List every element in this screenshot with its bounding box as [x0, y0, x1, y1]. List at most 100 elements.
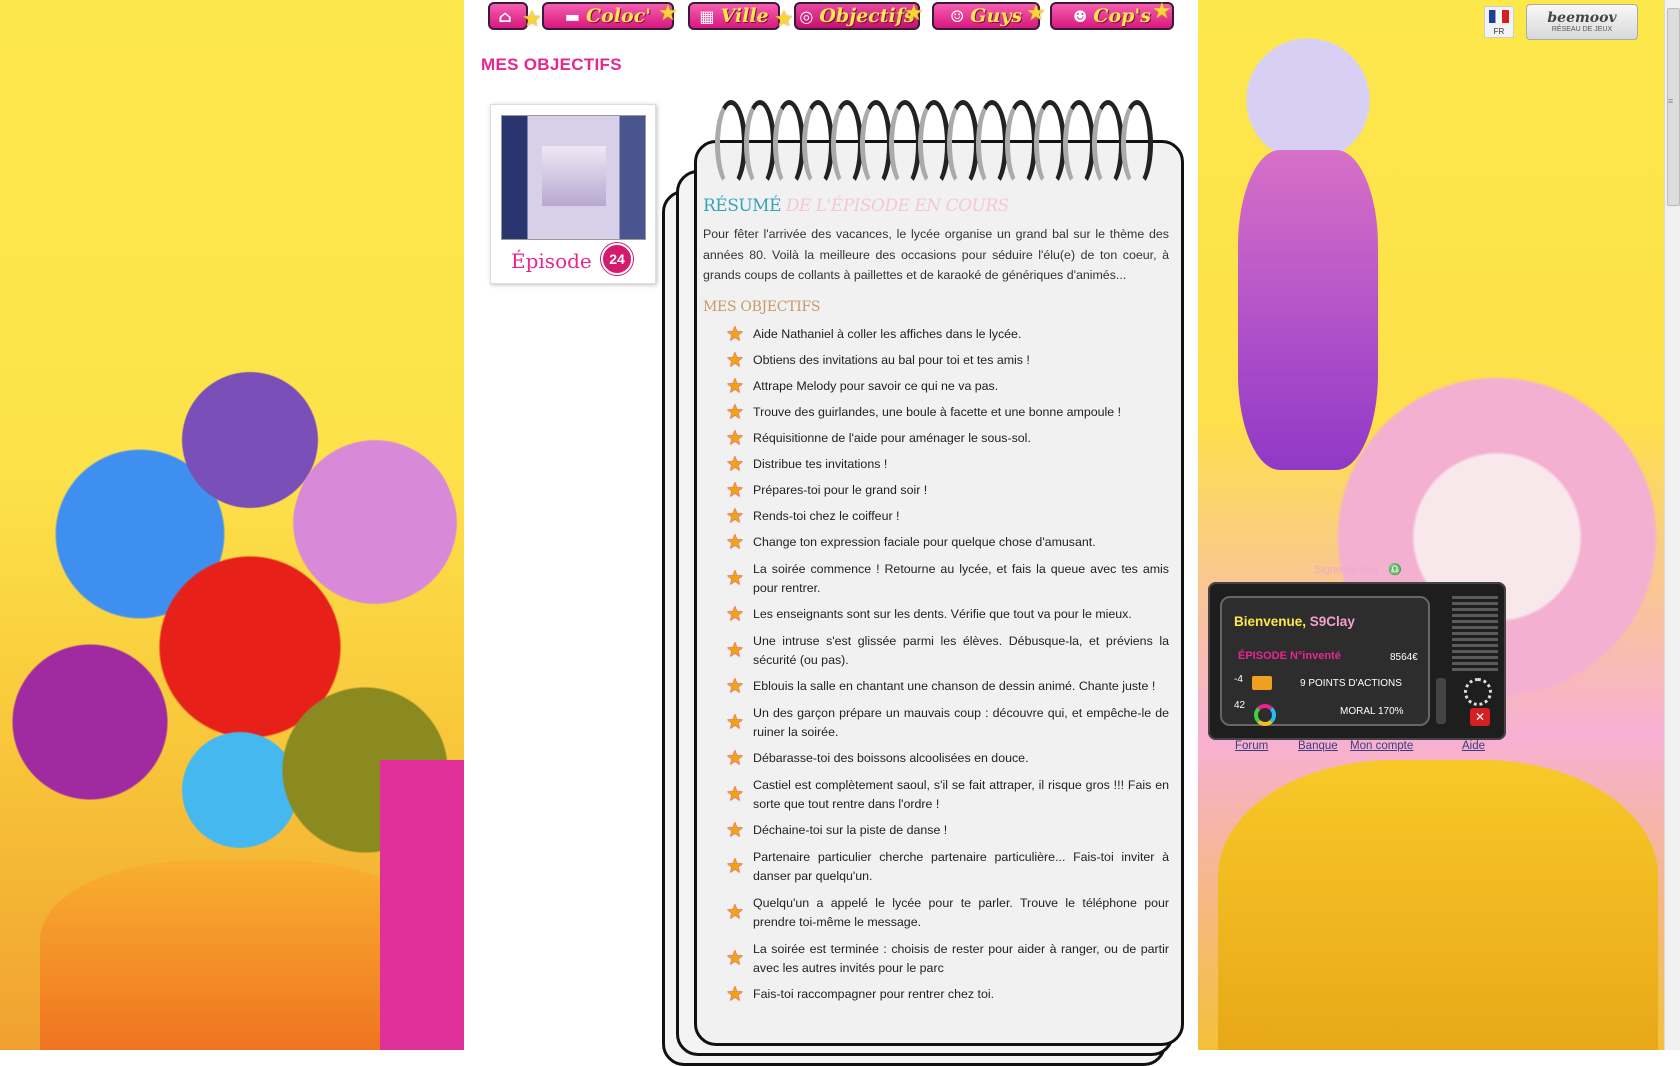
- welcome-label: Bienvenue,: [1234, 614, 1307, 629]
- episode-summary-text: Pour fêter l'arrivée des vacances, le ly…: [703, 227, 1169, 282]
- star-icon: ★: [726, 783, 744, 806]
- home-icon: ⌂: [498, 6, 512, 26]
- objective-item: ★ Les enseignants sont sur les dents. Vér…: [726, 602, 1169, 628]
- objective-text: La soirée est terminée : choisis de rest…: [753, 941, 1169, 976]
- close-icon[interactable]: ✕: [1470, 708, 1490, 726]
- objective-item: ★ Prépares-toi pour le grand soir !: [726, 478, 1169, 504]
- nav-objectifs-button[interactable]: ◎ Objectifs: [794, 2, 920, 30]
- objectives-list: ★ Aide Nathaniel à coller les affiches da…: [726, 322, 1169, 1008]
- episode-number-badge: 24: [601, 243, 633, 275]
- forum-link[interactable]: Forum: [1235, 740, 1268, 752]
- star-icon: ★: [726, 947, 744, 970]
- nav-coloc-button[interactable]: ▬ Coloc': [542, 2, 674, 30]
- scrollbar-thumb[interactable]: [1667, 8, 1680, 206]
- star-decoration-icon: ★: [904, 0, 924, 25]
- nav-cops-label: Cop's: [1093, 5, 1151, 27]
- spiral-ring: [1034, 100, 1066, 188]
- vertical-scrollbar[interactable]: ≡: [1664, 0, 1680, 1050]
- spiral-ring: [1092, 100, 1124, 188]
- star-icon: ★: [726, 427, 744, 450]
- star-icon: ★: [726, 349, 744, 372]
- objective-item: ★ La soirée est terminée : choisis de res…: [726, 936, 1169, 982]
- star-icon: ★: [726, 531, 744, 554]
- beemoov-network-button[interactable]: beemoov RÉSEAU DE JEUX: [1526, 4, 1638, 40]
- star-icon: ★: [726, 323, 744, 346]
- spiral-ring: [976, 100, 1008, 188]
- star-decoration-icon: ★: [774, 6, 794, 31]
- nav-coloc-label: Coloc': [586, 5, 652, 27]
- objective-item: ★ Fais-toi raccompagner pour rentrer chez…: [726, 982, 1169, 1008]
- sign-of-day-label: Signe du jour :: [1314, 564, 1385, 576]
- objective-text: Eblouis la salle en chantant une chanson…: [753, 679, 1156, 694]
- language-selector[interactable]: FR: [1484, 6, 1514, 38]
- target-icon: ◎: [799, 6, 814, 26]
- character-illustration: [1218, 760, 1658, 1050]
- episode-thumbnail: [501, 115, 646, 240]
- star-icon: ★: [726, 479, 744, 502]
- objective-item: ★ Trouve des guirlandes, une boule à face…: [726, 400, 1169, 426]
- star-icon: ★: [726, 983, 744, 1006]
- star-icon: ★: [726, 639, 744, 662]
- tv-knobs: [1436, 678, 1446, 724]
- scroll-grip-icon: ≡: [1668, 96, 1674, 106]
- nav-objectifs-label: Objectifs: [819, 5, 915, 27]
- star-decoration-icon: ★: [658, 0, 678, 25]
- character-illustration: [0, 590, 180, 810]
- objective-item: ★ Un des garçon prépare un mauvais coup :…: [726, 700, 1169, 746]
- mon-compte-link[interactable]: Mon compte: [1350, 740, 1413, 752]
- spiral-ring: [773, 100, 805, 188]
- episode-card[interactable]: Épisode 24: [490, 104, 656, 284]
- network-subtitle: RÉSEAU DE JEUX: [1551, 26, 1613, 33]
- objective-item: ★ Aide Nathaniel à coller les affiches da…: [726, 322, 1169, 348]
- objective-text: Castiel est complètement saoul, s'il se …: [753, 777, 1169, 812]
- spiral-ring: [1005, 100, 1037, 188]
- objective-item: ★ Une intruse s'est glissée parmi les élè…: [726, 628, 1169, 674]
- right-background-art: [1198, 0, 1664, 1050]
- page-title: MES OBJECTIFS: [481, 55, 622, 74]
- username: S9Clay: [1309, 614, 1355, 629]
- objective-text: Obtiens des invitations au bal pour toi …: [753, 353, 1030, 368]
- notebook-spiral: [715, 100, 1173, 188]
- sign-of-day-link[interactable]: Signe du jour : ♎: [1314, 563, 1402, 576]
- star-icon: ★: [726, 453, 744, 476]
- star-icon: ★: [726, 819, 744, 842]
- objective-text: Partenaire particulier cherche partenair…: [753, 849, 1169, 884]
- summary-title: RÉSUMÉ DE L'ÉPISODE EN COURS: [703, 196, 1009, 216]
- objective-text: Attrape Melody pour savoir ce qui ne va …: [753, 379, 999, 394]
- left-background-art: [0, 0, 464, 1050]
- aide-link[interactable]: Aide: [1462, 740, 1485, 752]
- star-icon: ★: [726, 901, 744, 924]
- dial-icon[interactable]: [1464, 678, 1492, 706]
- objective-text: Débarasse-toi des boissons alcoolisées e…: [753, 751, 1029, 766]
- spiral-ring: [1063, 100, 1095, 188]
- star-icon: ★: [726, 675, 744, 698]
- player-status-widget: Bienvenue, S9Clay ÉPISODE N°inventé 8564…: [1208, 582, 1506, 740]
- objective-item: ★ Attrape Melody pour savoir ce qui ne va…: [726, 374, 1169, 400]
- objective-item: ★ Quelqu'un a appelé le lycée pour te par…: [726, 890, 1169, 936]
- account-links: Forum Banque Mon compte Aide: [1218, 740, 1500, 756]
- mail-icon[interactable]: [1252, 676, 1272, 690]
- star-icon: ★: [726, 567, 744, 590]
- objective-text: Un des garçon prépare un mauvais coup : …: [753, 705, 1169, 740]
- objective-item: ★ Partenaire particulier cherche partenai…: [726, 844, 1169, 890]
- nav-guys-button[interactable]: ☺ Guys: [932, 2, 1040, 30]
- nav-ville-button[interactable]: ▦ Ville: [688, 2, 780, 30]
- objective-text: Fais-toi raccompagner pour rentrer chez …: [753, 987, 995, 1002]
- beemoov-logo: beemoov: [1547, 10, 1617, 26]
- objective-text: Rends-toi chez le coiffeur !: [753, 509, 900, 524]
- spiral-ring: [860, 100, 892, 188]
- star-icon: ★: [726, 375, 744, 398]
- money-value: 8564€: [1390, 652, 1418, 663]
- french-flag-icon: [1489, 10, 1509, 23]
- star-decoration-icon: ★: [1026, 0, 1046, 25]
- action-points: 9 POINTS D'ACTIONS: [1300, 678, 1402, 689]
- star-decoration-icon: ★: [1152, 0, 1172, 23]
- objective-item: ★ Réquisitionne de l'aide pour aménager l…: [726, 426, 1169, 452]
- summary-title-sub: DE L'ÉPISODE EN COURS: [781, 196, 1009, 216]
- objective-item: ★ Eblouis la salle en chantant une chanso…: [726, 674, 1169, 700]
- spiral-ring: [918, 100, 950, 188]
- girl-icon: ☻: [1073, 6, 1088, 26]
- banque-link[interactable]: Banque: [1298, 740, 1338, 752]
- star-icon: ★: [726, 401, 744, 424]
- hallway-image: [542, 146, 606, 206]
